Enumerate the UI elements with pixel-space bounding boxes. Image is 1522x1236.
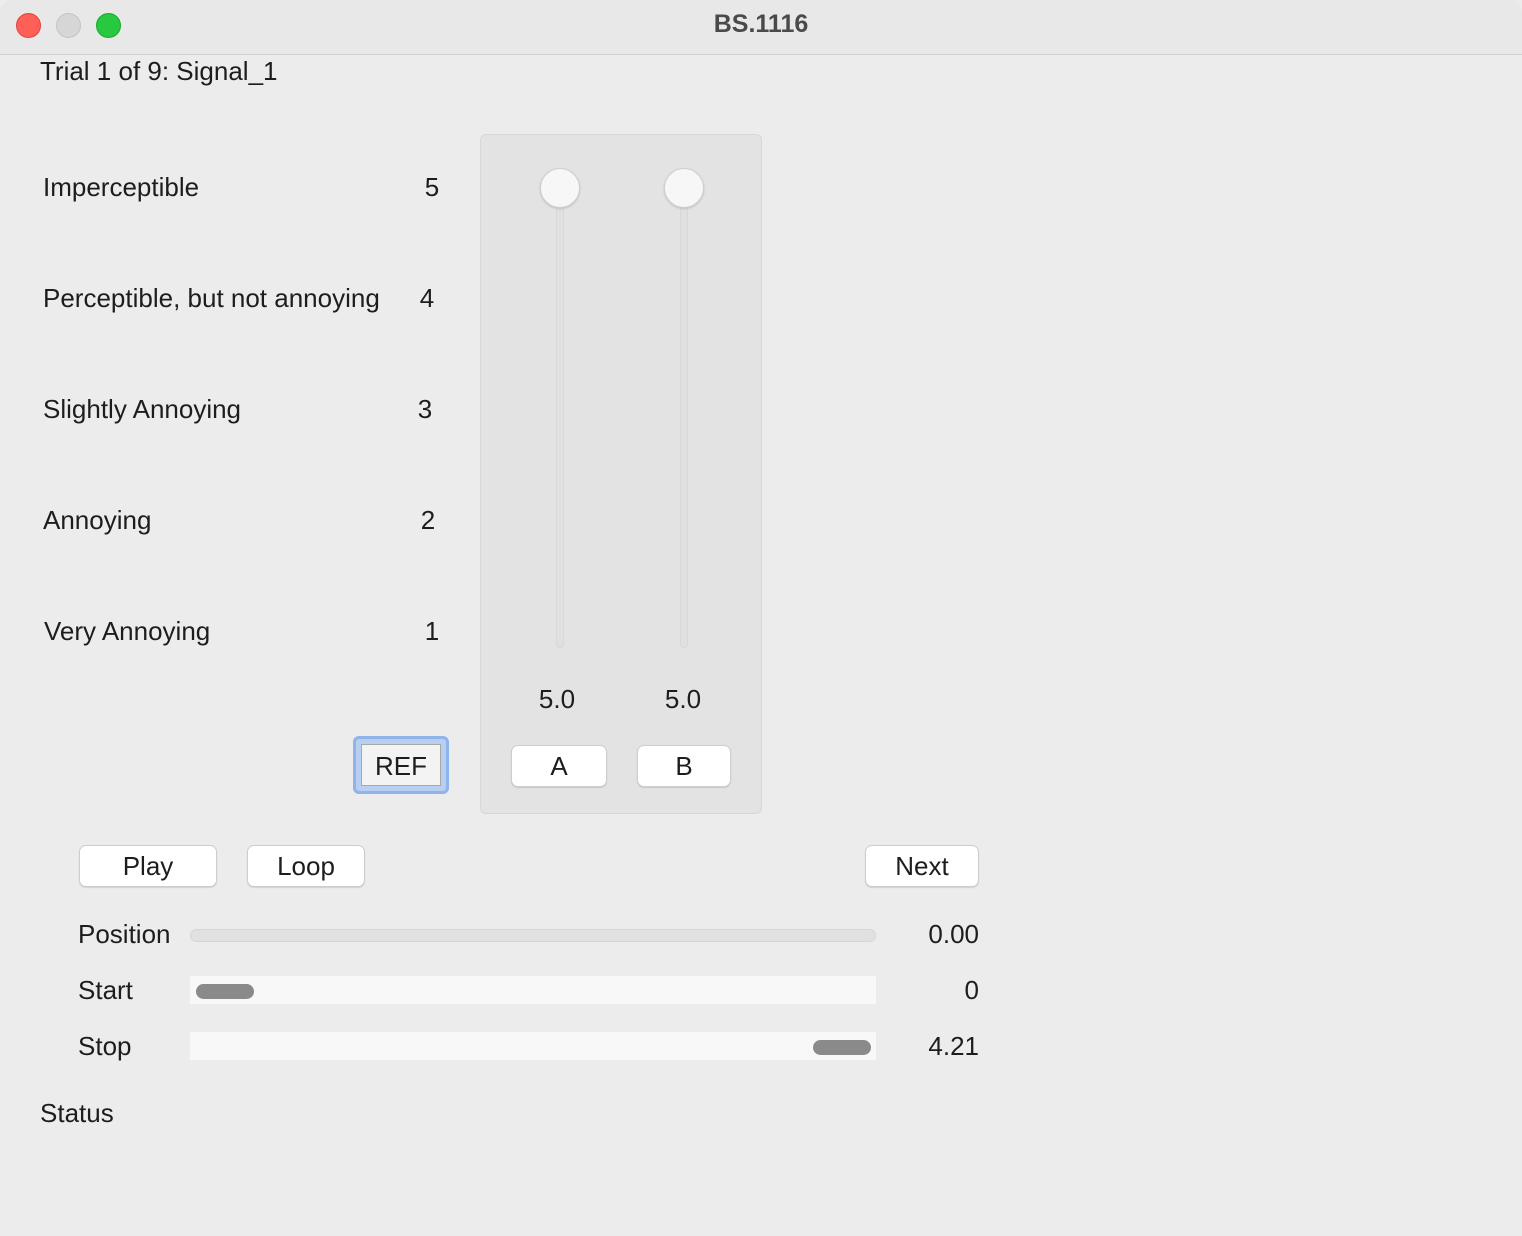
position-progress-bar xyxy=(190,929,876,942)
trial-label: Trial 1 of 9: Signal_1 xyxy=(40,56,278,86)
b-button[interactable]: B xyxy=(637,745,731,787)
scale-label-5: Imperceptible xyxy=(43,172,200,202)
slider-a-track[interactable] xyxy=(556,188,564,648)
window-title: BS.1116 xyxy=(713,10,809,38)
scale-value-2: 2 xyxy=(420,505,436,535)
scale-value-3: 3 xyxy=(417,394,433,424)
stop-slider-handle[interactable] xyxy=(813,1040,871,1055)
play-button[interactable]: Play xyxy=(79,845,217,887)
slider-b-value: 5.0 xyxy=(664,684,702,714)
position-value: 0.00 xyxy=(928,919,979,949)
scale-label-4: Perceptible, but not annoying xyxy=(43,283,380,313)
start-value: 0 xyxy=(964,975,979,1005)
slider-a-value: 5.0 xyxy=(538,684,576,714)
start-label: Start xyxy=(78,975,133,1005)
scale-label-3: Slightly Annoying xyxy=(43,394,242,424)
ref-button-label: REF xyxy=(361,744,441,786)
ref-button[interactable]: REF xyxy=(353,736,449,794)
position-label: Position xyxy=(78,919,171,949)
scale-value-1: 1 xyxy=(424,616,440,646)
start-slider-handle[interactable] xyxy=(196,984,254,999)
slider-a-knob[interactable] xyxy=(540,168,580,208)
slider-b-knob[interactable] xyxy=(664,168,704,208)
scale-value-5: 5 xyxy=(424,172,440,202)
status-label: Status xyxy=(40,1098,114,1128)
title-bar: BS.1116 xyxy=(0,0,1522,55)
scale-label-1: Very Annoying xyxy=(44,616,211,646)
scale-label-2: Annoying xyxy=(43,505,152,535)
stop-value: 4.21 xyxy=(928,1031,979,1061)
a-button[interactable]: A xyxy=(511,745,607,787)
slider-b-track[interactable] xyxy=(680,188,688,648)
start-slider[interactable] xyxy=(190,976,876,1004)
stop-slider[interactable] xyxy=(190,1032,876,1060)
stop-label: Stop xyxy=(78,1031,132,1061)
scale-value-4: 4 xyxy=(419,283,435,313)
loop-button[interactable]: Loop xyxy=(247,845,365,887)
next-button[interactable]: Next xyxy=(865,845,979,887)
app-window: BS.1116 Trial 1 of 9: Signal_1 Impercept… xyxy=(0,0,1522,1236)
